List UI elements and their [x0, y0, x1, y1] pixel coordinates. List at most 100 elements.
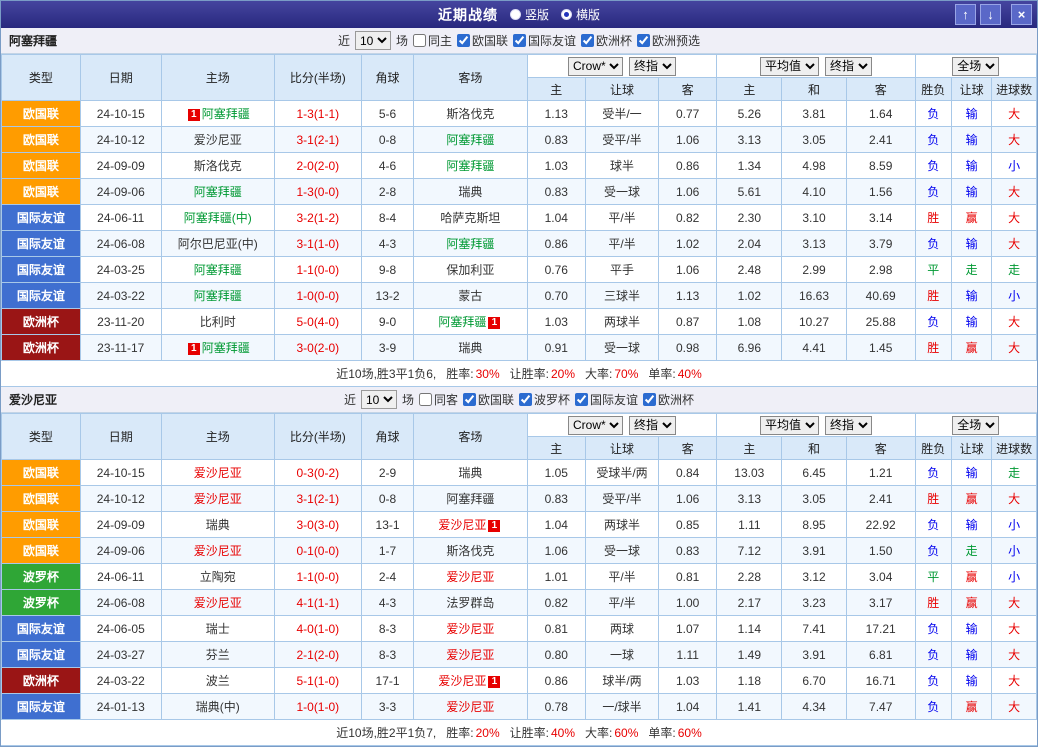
home-odds-cell: 0.70: [527, 283, 586, 309]
goals-result-cell: 小: [992, 512, 1037, 538]
league-checkbox[interactable]: [643, 393, 656, 406]
radio-horizontal-layout[interactable]: 横版: [561, 6, 600, 23]
sub-header-avg-draw: 和: [782, 78, 847, 101]
avg-draw-cell: 4.98: [782, 153, 847, 179]
league-filter-1[interactable]: 波罗杯: [519, 391, 570, 408]
home-team-cell: 爱沙尼亚: [161, 460, 274, 486]
date-cell: 24-09-09: [80, 512, 161, 538]
avg-draw-cell: 3.91: [782, 642, 847, 668]
filter-bar: 近 10 场 同主 欧国联 国际友谊 欧洲杯 欧洲预选: [338, 31, 700, 50]
corner-cell: 5-6: [361, 101, 414, 127]
home-odds-cell: 0.83: [527, 179, 586, 205]
league-checkbox[interactable]: [513, 34, 526, 47]
match-row: 欧洲杯24-03-22波兰5-1(1-0)17-1爱沙尼亚10.86球半/两1.…: [2, 668, 1037, 694]
league-type-cell: 国际友谊: [2, 257, 81, 283]
league-checkbox[interactable]: [575, 393, 588, 406]
league-checkbox[interactable]: [637, 34, 650, 47]
match-count-select[interactable]: 10: [355, 31, 391, 50]
avg-draw-cell: 10.27: [782, 309, 847, 335]
same-venue-filter[interactable]: 同主: [413, 32, 452, 49]
away-team-cell: 蒙古: [414, 283, 527, 309]
league-filter-2[interactable]: 欧洲杯: [581, 32, 632, 49]
sub-header-odds-home: 主: [527, 78, 586, 101]
home-odds-cell: 0.83: [527, 486, 586, 512]
league-type-cell: 欧洲杯: [2, 309, 81, 335]
same-venue-filter[interactable]: 同客: [419, 391, 458, 408]
handicap-cell: 一/球半: [586, 694, 659, 720]
home-team-cell: 波兰: [161, 668, 274, 694]
league-filter-3[interactable]: 欧洲预选: [637, 32, 700, 49]
away-odds-cell: 1.04: [658, 694, 717, 720]
handicap-result-cell: 输: [951, 512, 991, 538]
avg-draw-cell: 3.13: [782, 231, 847, 257]
match-row: 国际友谊24-06-08阿尔巴尼亚(中)3-1(1-0)4-3阿塞拜疆0.86平…: [2, 231, 1037, 257]
result-scope-select[interactable]: 全场: [952, 57, 999, 76]
odds-kind-select[interactable]: 终指: [629, 57, 676, 76]
away-odds-cell: 0.81: [658, 564, 717, 590]
away-team-cell: 保加利亚: [414, 257, 527, 283]
same-venue-checkbox[interactable]: [413, 34, 426, 47]
move-down-button[interactable]: ↓: [980, 4, 1001, 25]
score-cell: 1-1(0-0): [274, 257, 361, 283]
avg-home-cell: 3.13: [717, 486, 782, 512]
league-filter-1[interactable]: 国际友谊: [513, 32, 576, 49]
date-cell: 24-01-13: [80, 694, 161, 720]
winlose-result-cell: 负: [915, 460, 951, 486]
away-team-cell: 阿塞拜疆1: [414, 309, 527, 335]
match-count-select[interactable]: 10: [361, 390, 397, 409]
winlose-result-cell: 胜: [915, 335, 951, 361]
score-cell: 1-0(1-0): [274, 694, 361, 720]
away-odds-cell: 1.03: [658, 668, 717, 694]
same-venue-checkbox[interactable]: [419, 393, 432, 406]
sub-header-handicap: 让球: [586, 78, 659, 101]
avg-kind-select[interactable]: 终指: [825, 416, 872, 435]
date-cell: 24-10-15: [80, 460, 161, 486]
avg-source-select[interactable]: 平均值: [760, 416, 819, 435]
winlose-result-cell: 负: [915, 231, 951, 257]
corner-cell: 1-7: [361, 538, 414, 564]
goals-result-cell: 小: [992, 564, 1037, 590]
avg-away-cell: 2.41: [846, 486, 915, 512]
odds-source-select[interactable]: Crow*: [568, 416, 623, 435]
league-filter-3[interactable]: 欧洲杯: [643, 391, 694, 408]
handicap-cell: 受平/半: [586, 127, 659, 153]
league-checkbox[interactable]: [463, 393, 476, 406]
avg-source-select[interactable]: 平均值: [760, 57, 819, 76]
sub-header-handicap-result: 让球: [951, 437, 991, 460]
winlose-result-cell: 胜: [915, 486, 951, 512]
league-checkbox[interactable]: [457, 34, 470, 47]
league-filter-0[interactable]: 欧国联: [457, 32, 508, 49]
away-odds-cell: 1.06: [658, 179, 717, 205]
red-card-badge: 1: [488, 676, 500, 688]
results-table: 类型 日期 主场 比分(半场) 角球 客场 Crow*终指 平均值终指 全场: [1, 54, 1037, 361]
move-up-button[interactable]: ↑: [955, 4, 976, 25]
corner-cell: 4-3: [361, 590, 414, 616]
league-filter-2[interactable]: 国际友谊: [575, 391, 638, 408]
away-team-cell: 爱沙尼亚1: [414, 512, 527, 538]
radio-vertical-layout[interactable]: 竖版: [510, 6, 549, 23]
odds-source-select[interactable]: Crow*: [568, 57, 623, 76]
league-checkbox[interactable]: [581, 34, 594, 47]
radio-horizontal-label: 横版: [576, 6, 600, 23]
close-button[interactable]: ×: [1011, 4, 1032, 25]
summary-value: 30%: [476, 367, 500, 381]
match-row: 欧洲杯23-11-171阿塞拜疆3-0(2-0)3-9瑞典0.91受一球0.98…: [2, 335, 1037, 361]
col-header-type: 类型: [2, 55, 81, 101]
winlose-result-cell: 负: [915, 642, 951, 668]
avg-away-cell: 3.17: [846, 590, 915, 616]
winlose-result-cell: 负: [915, 153, 951, 179]
league-filter-0[interactable]: 欧国联: [463, 391, 514, 408]
goals-result-cell: 大: [992, 694, 1037, 720]
result-scope-select[interactable]: 全场: [952, 416, 999, 435]
score-cell: 3-1(1-0): [274, 231, 361, 257]
odds-select-cell: Crow* 终指: [527, 55, 717, 78]
league-checkbox[interactable]: [519, 393, 532, 406]
match-row: 欧国联24-10-12爱沙尼亚3-1(2-1)0-8阿塞拜疆0.83受平/半1.…: [2, 486, 1037, 512]
home-team-cell: 瑞士: [161, 616, 274, 642]
avg-kind-select[interactable]: 终指: [825, 57, 872, 76]
home-odds-cell: 0.91: [527, 335, 586, 361]
handicap-result-cell: 输: [951, 642, 991, 668]
odds-kind-select[interactable]: 终指: [629, 416, 676, 435]
avg-away-cell: 1.21: [846, 460, 915, 486]
goals-result-cell: 大: [992, 231, 1037, 257]
